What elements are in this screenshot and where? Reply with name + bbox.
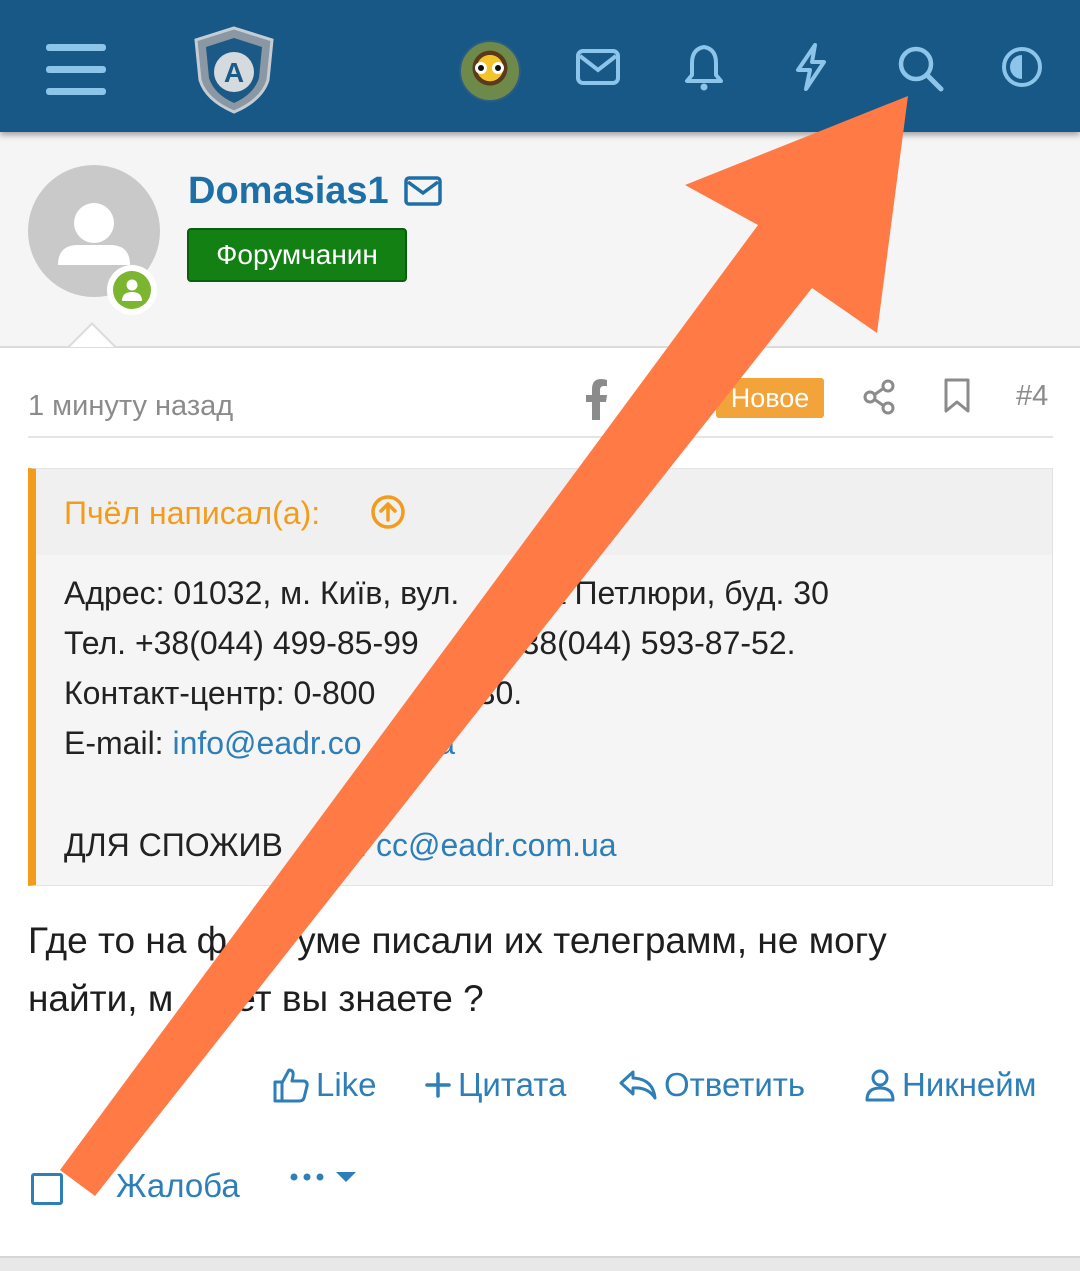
search-icon[interactable] <box>896 44 944 92</box>
post-author-block: Domasias1 Форумчанин <box>0 132 1080 348</box>
facebook-icon[interactable] <box>584 378 608 425</box>
quote-text: 23-30. <box>431 675 523 711</box>
envelope-icon[interactable] <box>404 176 442 211</box>
plus-icon <box>425 1072 451 1098</box>
reply-icon <box>619 1070 657 1100</box>
quote-button[interactable]: Цитата <box>424 1066 566 1104</box>
quote-text: В: <box>336 827 376 863</box>
quote-label: Цитата <box>458 1066 567 1103</box>
share-icon[interactable] <box>862 379 896 420</box>
thumbs-up-icon <box>273 1068 309 1103</box>
user-icon <box>865 1069 895 1102</box>
quote-line-callcenter: Контакт-центр: 0-800 23-30. <box>64 675 522 712</box>
post-body: Где то на ф уме писали их телеграмм, не м… <box>28 912 1048 1028</box>
author-username[interactable]: Domasias1 <box>188 170 389 213</box>
menu-icon[interactable] <box>46 44 106 96</box>
ellipsis-icon <box>290 1173 324 1181</box>
post-text: уме писали их телеграмм, не могу <box>297 920 887 961</box>
quote-line-consumers: ДЛЯ СПОЖИВ В: cc@eadr.com.ua <box>64 827 617 864</box>
more-options-button[interactable] <box>290 1170 358 1184</box>
reply-button[interactable]: Ответить <box>618 1066 805 1104</box>
bolt-icon[interactable] <box>793 42 829 92</box>
bell-icon[interactable] <box>684 43 724 91</box>
email-link[interactable]: info@eadr.co <box>172 725 361 761</box>
consumer-email-link[interactable]: cc@eadr.com.ua <box>376 827 617 863</box>
quote-line-phone: Тел. +38(044) 499-85-99 кс: +38(044) 593-… <box>64 625 796 662</box>
bookmark-icon[interactable] <box>943 378 971 419</box>
theme-toggle-icon[interactable] <box>1000 45 1044 89</box>
quote-line-email: E-mail: info@eadr.co ua <box>64 725 455 762</box>
like-label: Like <box>316 1066 377 1103</box>
post-text-line: найти, м ет вы знаете ? <box>28 970 1048 1028</box>
logo-letter: A <box>224 57 244 88</box>
nickname-label: Никнейм <box>902 1066 1037 1103</box>
quote-text: кс: +38(044) 593-87-52. <box>454 625 796 661</box>
report-link[interactable]: Жалоба <box>116 1167 240 1205</box>
quote-line-address: Адрес: 01032, м. Київ, вул. лона Петлюри,… <box>64 575 829 612</box>
speech-caret <box>68 322 116 347</box>
user-role-badge: Форумчанин <box>187 228 407 282</box>
online-status-icon <box>107 265 157 315</box>
quote-text: ДЛЯ СПОЖИВ <box>64 827 283 863</box>
post-text: Где то на ф <box>28 920 228 961</box>
post-text: найти, м <box>28 978 174 1019</box>
quote-block: Пчёл написал(а): Адрес: 01032, м. Київ, … <box>28 468 1053 886</box>
post-text: ет вы знаете ? <box>235 978 484 1019</box>
mail-icon[interactable] <box>575 48 621 86</box>
like-button[interactable]: Like <box>272 1066 377 1104</box>
post-timestamp[interactable]: 1 минуту назад <box>28 390 233 423</box>
quote-text: Адрес: 01032, м. Київ, вул. <box>64 575 460 611</box>
email-link-tail[interactable]: ua <box>362 725 456 761</box>
post-number-link[interactable]: #4 <box>1016 380 1048 413</box>
select-post-checkbox[interactable] <box>31 1173 63 1205</box>
post-text-line: Где то на ф уме писали их телеграмм, не м… <box>28 912 1048 970</box>
quote-text: лона Петлюри, буд. 30 <box>493 575 829 611</box>
quote-jump-up-icon[interactable] <box>370 494 406 535</box>
site-logo[interactable]: A <box>188 24 280 116</box>
reply-label: Ответить <box>664 1066 806 1103</box>
quote-author[interactable]: Пчёл написал(а): <box>64 495 320 532</box>
quote-text: E-mail: <box>64 725 173 761</box>
top-navigation-bar: A <box>0 0 1080 132</box>
quote-text: Контакт-центр: 0-800 <box>64 675 376 711</box>
nickname-button[interactable]: Никнейм <box>864 1066 1036 1104</box>
quote-text: Тел. +38(044) 499-85-99 <box>64 625 419 661</box>
user-avatar[interactable] <box>459 40 521 102</box>
divider <box>28 436 1053 438</box>
chevron-down-icon <box>336 1172 356 1182</box>
new-badge: Новое <box>716 378 824 418</box>
